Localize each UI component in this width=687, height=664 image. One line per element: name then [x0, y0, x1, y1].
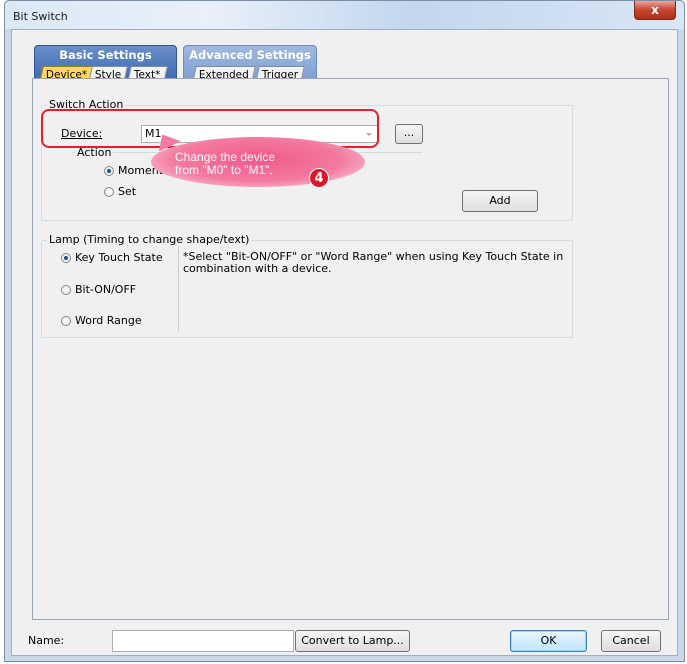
action-set-label[interactable]: Set	[118, 185, 136, 198]
name-field[interactable]	[112, 630, 294, 652]
close-icon: x	[651, 3, 659, 17]
ok-button[interactable]: OK	[510, 630, 587, 652]
device-browse-button[interactable]: ...	[395, 124, 423, 144]
action-momentary-radio[interactable]	[104, 166, 114, 176]
tab-group-title-advanced: Advanced Settings	[189, 48, 311, 62]
close-button[interactable]: x	[634, 1, 676, 20]
lamp-bit-on-off-label[interactable]: Bit-ON/OFF	[75, 283, 136, 296]
add-button[interactable]: Add	[462, 190, 538, 212]
name-label: Name:	[28, 634, 65, 647]
title-bar[interactable]: Bit Switch x	[5, 1, 684, 29]
bit-switch-dialog: Bit Switch x Basic Settings Device* Styl…	[4, 0, 685, 662]
lamp-separator	[178, 247, 179, 331]
lamp-note: *Select "Bit-ON/OFF" or "Word Range" whe…	[183, 250, 564, 275]
lamp-word-range-label[interactable]: Word Range	[75, 314, 142, 327]
action-set-radio[interactable]	[104, 187, 114, 197]
lamp-bit-on-off-radio[interactable]	[61, 285, 71, 295]
step-number-badge: 4	[309, 168, 329, 188]
convert-to-lamp-button[interactable]: Convert to Lamp...	[295, 630, 410, 652]
lamp-key-touch-label[interactable]: Key Touch State	[75, 251, 163, 264]
lamp-key-touch-radio[interactable]	[61, 253, 71, 263]
cancel-button[interactable]: Cancel	[601, 630, 661, 652]
lamp-group: Lamp (Timing to change shape/text) Key T…	[41, 233, 573, 338]
lamp-legend: Lamp (Timing to change shape/text)	[47, 233, 252, 246]
lamp-word-range-radio[interactable]	[61, 316, 71, 326]
window-title: Bit Switch	[13, 10, 68, 23]
tab-group-title-basic: Basic Settings	[59, 48, 152, 62]
